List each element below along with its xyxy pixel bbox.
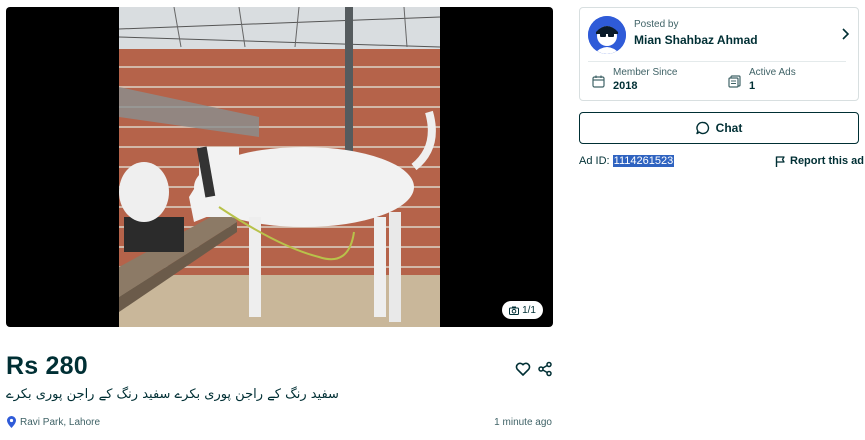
seller-card[interactable]: Posted by Mian Shahbaz Ahmad Member Sinc…: [579, 7, 859, 101]
location-text: Ravi Park, Lahore: [20, 416, 101, 428]
flag-icon: [775, 155, 785, 167]
location-pin-icon: [7, 416, 16, 428]
avatar: [588, 16, 626, 54]
share-icon[interactable]: [537, 361, 553, 377]
ad-id-label: Ad ID:: [579, 155, 610, 167]
ad-id-value[interactable]: 1114261523: [612, 155, 675, 167]
image-counter-text: 1/1: [522, 304, 536, 316]
listing-location: Ravi Park, Lahore: [7, 416, 100, 428]
seller-name[interactable]: Mian Shahbaz Ahmad: [634, 33, 758, 47]
chevron-right-icon[interactable]: [840, 28, 850, 40]
member-since-label: Member Since: [613, 67, 678, 78]
ad-id: Ad ID: 1114261523: [579, 155, 675, 167]
active-ads-value: 1: [749, 80, 756, 92]
heart-icon[interactable]: [515, 361, 531, 377]
listing-title: سفید رنگ کے راجن پوری بکرے سفید رنگ کے ر…: [6, 387, 339, 402]
member-since-value: 2018: [613, 80, 638, 92]
camera-icon: [509, 306, 520, 315]
listing-price: Rs 280: [6, 352, 88, 380]
listing-photo-goat[interactable]: [119, 7, 440, 327]
image-gallery[interactable]: 1/1: [6, 7, 553, 327]
report-label: Report this ad: [790, 155, 864, 167]
calendar-icon: [592, 75, 605, 88]
chat-button[interactable]: Chat: [579, 112, 859, 144]
report-ad-link[interactable]: Report this ad: [775, 155, 864, 167]
divider: [588, 61, 846, 62]
active-ads-stat: Active Ads 1: [728, 67, 796, 93]
user-avatar-icon: [588, 16, 626, 54]
posted-time: 1 minute ago: [494, 417, 552, 428]
active-ads-label: Active Ads: [749, 67, 796, 78]
chat-icon: [695, 121, 709, 135]
ads-icon: [728, 75, 741, 88]
chat-label: Chat: [715, 121, 743, 135]
member-since-stat: Member Since 2018: [592, 67, 677, 93]
image-counter: 1/1: [502, 301, 543, 319]
posted-by-label: Posted by: [634, 19, 679, 30]
